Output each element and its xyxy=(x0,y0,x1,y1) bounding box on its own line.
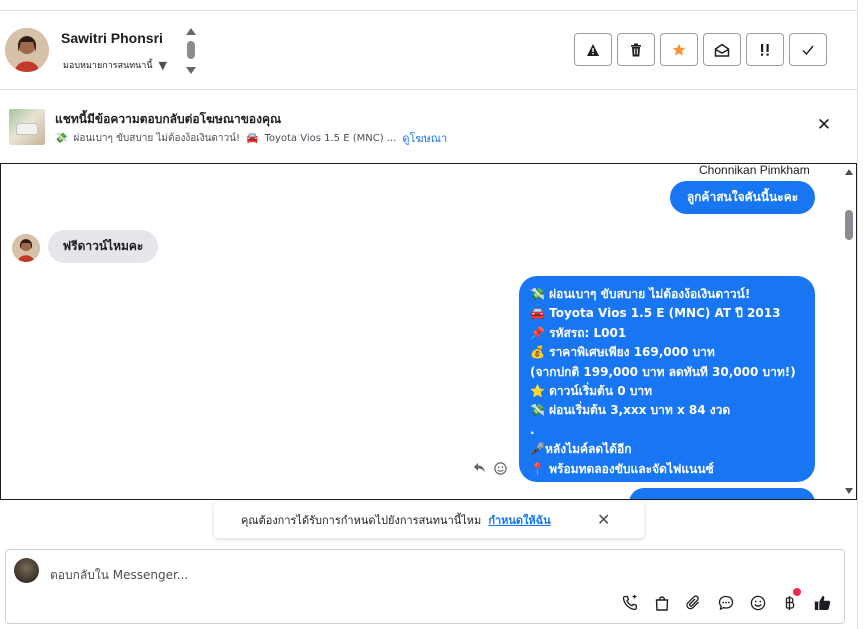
thumbs-up-icon[interactable] xyxy=(813,594,831,612)
money-emoji-icon: 💸 xyxy=(55,132,68,144)
report-button[interactable] xyxy=(574,33,612,66)
baht-payment-icon[interactable] xyxy=(781,588,801,612)
composer-toolbar xyxy=(621,588,831,612)
assign-notice: คุณต้องการได้รับการกำหนดไปยังการสนทนานี้… xyxy=(214,502,644,538)
outgoing-message-partial[interactable] xyxy=(629,488,815,499)
view-ad-link[interactable]: ดูโฆษณา xyxy=(402,129,447,147)
emoji-icon[interactable] xyxy=(749,594,767,612)
reply-composer[interactable]: ตอบกลับใน Messenger... xyxy=(5,549,845,624)
message-line: 💰 ราคาพิเศษเพียง 169,000 บาท xyxy=(530,345,715,360)
outgoing-message[interactable]: ลูกค้าสนใจคันนี้นะคะ xyxy=(670,181,815,214)
message-line: ⭐ ดาวน์เริ่มต้น 0 บาท xyxy=(530,384,653,399)
right-divider xyxy=(857,0,858,629)
close-icon[interactable]: ✕ xyxy=(597,510,610,529)
header-actions xyxy=(574,33,827,66)
ad-text-2: Toyota Vios 1.5 E (MNC) ... xyxy=(264,132,397,144)
shopping-bag-icon[interactable] xyxy=(653,594,671,612)
car-image xyxy=(16,123,38,135)
notice-text: คุณต้องการได้รับการกำหนดไปยังการสนทนานี้… xyxy=(241,514,482,527)
contact-avatar-small xyxy=(12,234,40,262)
message-line: 🚘 Toyota Vios 1.5 E (MNC) AT ปี 2013 xyxy=(530,306,781,321)
incoming-message[interactable]: ฟรีดาวน์ไหมคะ xyxy=(48,230,158,263)
outgoing-ad-message[interactable]: 💸 ผ่อนเบาๆ ขับสบาย ไม่ต้องง้อเงินดาวน์! … xyxy=(519,276,815,482)
call-icon[interactable] xyxy=(621,594,639,612)
ad-banner-title: แชทนี้มีข้อความตอบกลับต่อโฆษณาของคุณ xyxy=(55,112,282,126)
sender-name: Chonnikan Pimkham xyxy=(699,163,810,177)
attachment-icon[interactable] xyxy=(685,594,703,612)
inbox-conversation-view: Sawitri Phonsri มอบหมายการสนทนานี้ ▼ แชท… xyxy=(0,0,863,629)
done-button[interactable] xyxy=(789,33,827,66)
conversation-header: Sawitri Phonsri มอบหมายการสนทนานี้ ▼ xyxy=(0,12,857,90)
conversation-navigator[interactable] xyxy=(185,28,197,74)
ad-text: ผ่อนเบาๆ ขับสบาย ไม่ต้องง้อเงินดาวน์! xyxy=(73,132,240,144)
assign-label: มอบหมายการสนทนานี้ xyxy=(63,61,153,71)
previous-arrow-icon[interactable] xyxy=(186,28,196,35)
warning-icon xyxy=(587,43,599,56)
star-button[interactable] xyxy=(660,33,698,66)
ad-banner-subtitle: 💸 ผ่อนเบาๆ ขับสบาย ไม่ต้องง้อเงินดาวน์! … xyxy=(55,129,447,147)
caret-down-icon: ▼ xyxy=(158,58,167,72)
navigator-handle xyxy=(187,41,195,59)
emoji-reaction-icon[interactable] xyxy=(494,462,507,479)
contact-name[interactable]: Sawitri Phonsri xyxy=(61,30,163,46)
double-exclamation-icon xyxy=(761,43,769,56)
checkmark-icon xyxy=(802,45,814,55)
scroll-down-arrow-icon[interactable] xyxy=(845,488,853,494)
reply-input[interactable]: ตอบกลับใน Messenger... xyxy=(50,566,188,585)
message-line: 📌 รหัสรถ: L001 xyxy=(530,325,627,340)
ad-reply-banner: แชทนี้มีข้อความตอบกลับต่อโฆษณาของคุณ 💸 ผ… xyxy=(0,91,857,163)
next-arrow-icon[interactable] xyxy=(186,67,196,74)
message-line: (จากปกติ 199,000 บาท ลดทันที 30,000 บาท!… xyxy=(530,364,796,379)
page-avatar xyxy=(14,558,39,583)
car-emoji-icon: 🚘 xyxy=(245,132,259,144)
close-icon[interactable]: ✕ xyxy=(816,117,832,134)
message-line: . xyxy=(530,422,535,437)
reply-icon[interactable] xyxy=(473,462,486,479)
chat-bubble-icon[interactable] xyxy=(717,594,735,612)
notification-dot xyxy=(793,588,801,596)
message-line: 💸 ผ่อนเริ่มต้น 3,xxx บาท x 84 งวด xyxy=(530,403,731,418)
trash-icon xyxy=(631,43,641,56)
delete-button[interactable] xyxy=(617,33,655,66)
scroll-up-arrow-icon[interactable] xyxy=(845,169,853,175)
message-line: 💸 ผ่อนเบาๆ ขับสบาย ไม่ต้องง้อเงินดาวน์! xyxy=(530,287,751,301)
assign-dropdown[interactable]: มอบหมายการสนทนานี้ ▼ xyxy=(63,58,167,72)
star-icon xyxy=(672,43,686,56)
message-line: 🎤หลังไมค์ลดได้อีก xyxy=(530,442,632,457)
message-tools xyxy=(473,462,507,479)
contact-avatar[interactable] xyxy=(5,28,49,72)
message-thread[interactable]: Chonnikan Pimkham ลูกค้าสนใจคันนี้นะคะ ฟ… xyxy=(0,163,857,500)
assign-to-me-link[interactable]: กำหนดให้ฉัน xyxy=(488,511,550,529)
top-divider xyxy=(0,0,858,11)
message-line: 📍 พร้อมทดลองขับและจัดไฟแนนซ์ xyxy=(530,461,714,476)
mark-unread-button[interactable] xyxy=(703,33,741,66)
scrollbar-thumb[interactable] xyxy=(845,210,853,240)
thread-scrollbar[interactable] xyxy=(842,164,856,499)
spam-button[interactable] xyxy=(746,33,784,66)
open-envelope-icon xyxy=(714,43,730,57)
ad-thumbnail[interactable] xyxy=(9,109,45,145)
